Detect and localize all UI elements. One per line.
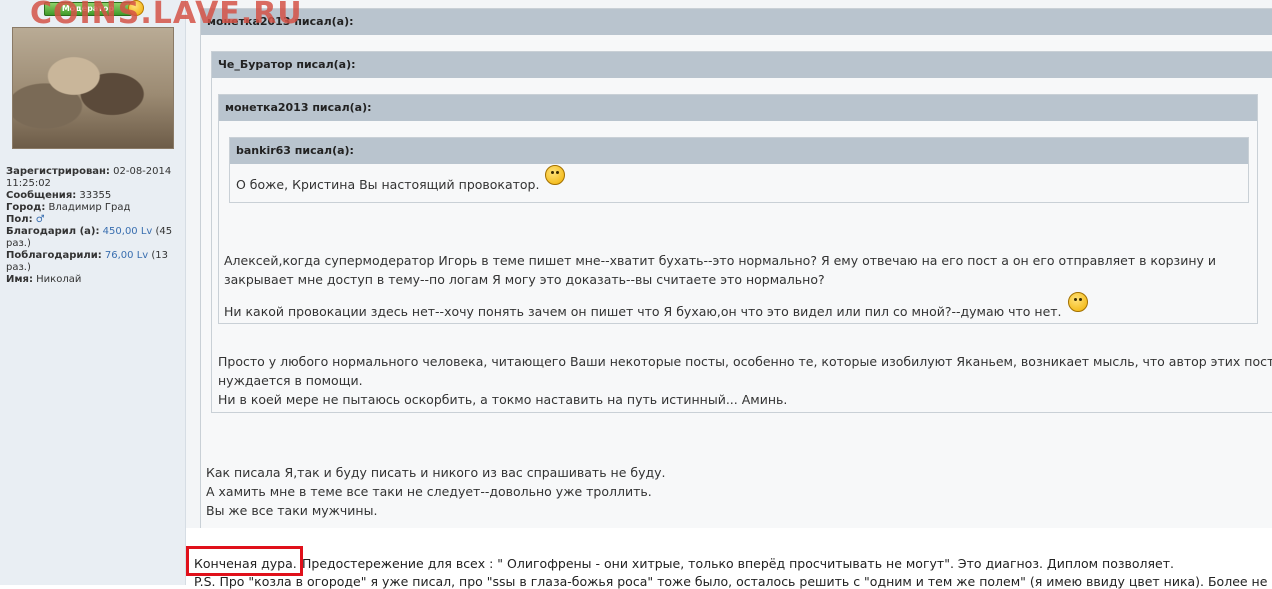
avatar[interactable] (12, 27, 174, 149)
reply-text-area: Предостережение для всех : " Олигофрены … (186, 528, 1272, 589)
quote-3-line-2: закрывает мне доступ в тему--по логам Я … (224, 272, 825, 287)
quote-1-line-2: А хамить мне в теме все таки не следует-… (206, 484, 652, 499)
quote-4-text: О боже, Кристина Вы настоящий провокатор… (236, 165, 566, 194)
quote-level-4: bankir63 писал(а): О боже, Кристина Вы н… (229, 137, 1249, 203)
quote-level-3: монетка2013 писал(а): bankir63 писал(а):… (218, 94, 1258, 324)
name-label: Имя: (6, 274, 33, 285)
thanked-label: Благодарил (а): (6, 226, 100, 237)
quote-header-4: bankir63 писал(а): (230, 138, 1248, 164)
quote-header-2: Че_Буратор писал(а): (212, 52, 1272, 78)
name-value: Николай (36, 274, 82, 285)
quote-3-line-1: Алексей,когда супермодератор Игорь в тем… (224, 253, 1216, 268)
user-info: Зарегистрирован: 02-08-2014 11:25:02 Соо… (6, 166, 182, 286)
messages-value: 33355 (79, 190, 112, 201)
smiley-icon (545, 165, 566, 185)
city-label: Город: (6, 202, 46, 213)
quote-outer: монетка2013 писал(а): Че_Буратор писал(а… (200, 8, 1272, 530)
messages-label: Сообщения: (6, 190, 77, 201)
post-content: монетка2013 писал(а): Че_Буратор писал(а… (186, 0, 1272, 589)
quote-1-line-1: Как писала Я,так и буду писать и никого … (206, 465, 666, 480)
gender-label: Пол: (6, 214, 33, 225)
quote-2-line-3: Ни в коей мере не пытаюсь оскорбить, а т… (218, 392, 788, 407)
got-thanks-amount-link[interactable]: 76,00 Lv (105, 250, 148, 261)
quote-2-line-2: нуждается в помощи. (218, 373, 363, 388)
quote-2-line-1: Просто у любого нормального человека, чи… (218, 354, 1272, 369)
reply-line-2: P.S. Про "козла в огороде" я уже писал, … (194, 574, 1268, 589)
quote-4-line: О боже, Кристина Вы настоящий провокатор… (236, 177, 540, 192)
quote-header-3: монетка2013 писал(а): (219, 95, 1257, 121)
quote-1-line-3: Вы же все таки мужчины. (206, 503, 378, 518)
reply-line-1-rest: Предостережение для всех : " Олигофрены … (302, 556, 1174, 571)
got-thanks-label: Поблагодарили: (6, 250, 102, 261)
quote-3-line-3: Ни какой провокации здесь нет--хочу поня… (224, 304, 1062, 319)
registered-label: Зарегистрирован: (6, 166, 110, 177)
quote-level-2: Че_Буратор писал(а): монетка2013 писал(а… (211, 51, 1272, 413)
user-sidebar: Модератор Зарегистрирован: 02-08-2014 11… (0, 0, 186, 585)
quote-header-1: монетка2013 писал(а): (201, 9, 1272, 35)
thanked-amount-link[interactable]: 450,00 Lv (103, 226, 153, 237)
reply-highlighted-text: Конченая дура. (194, 556, 297, 571)
post-body: монетка2013 писал(а): Че_Буратор писал(а… (186, 0, 1272, 530)
site-watermark: COINS.LAVE.RU (30, 0, 303, 31)
quote-3-text-3: Ни какой провокации здесь нет--хочу поня… (224, 292, 1088, 321)
male-icon: ♂ (35, 214, 45, 225)
city-value: Владимир Град (48, 202, 131, 213)
laughing-smiley-icon (1067, 292, 1088, 312)
